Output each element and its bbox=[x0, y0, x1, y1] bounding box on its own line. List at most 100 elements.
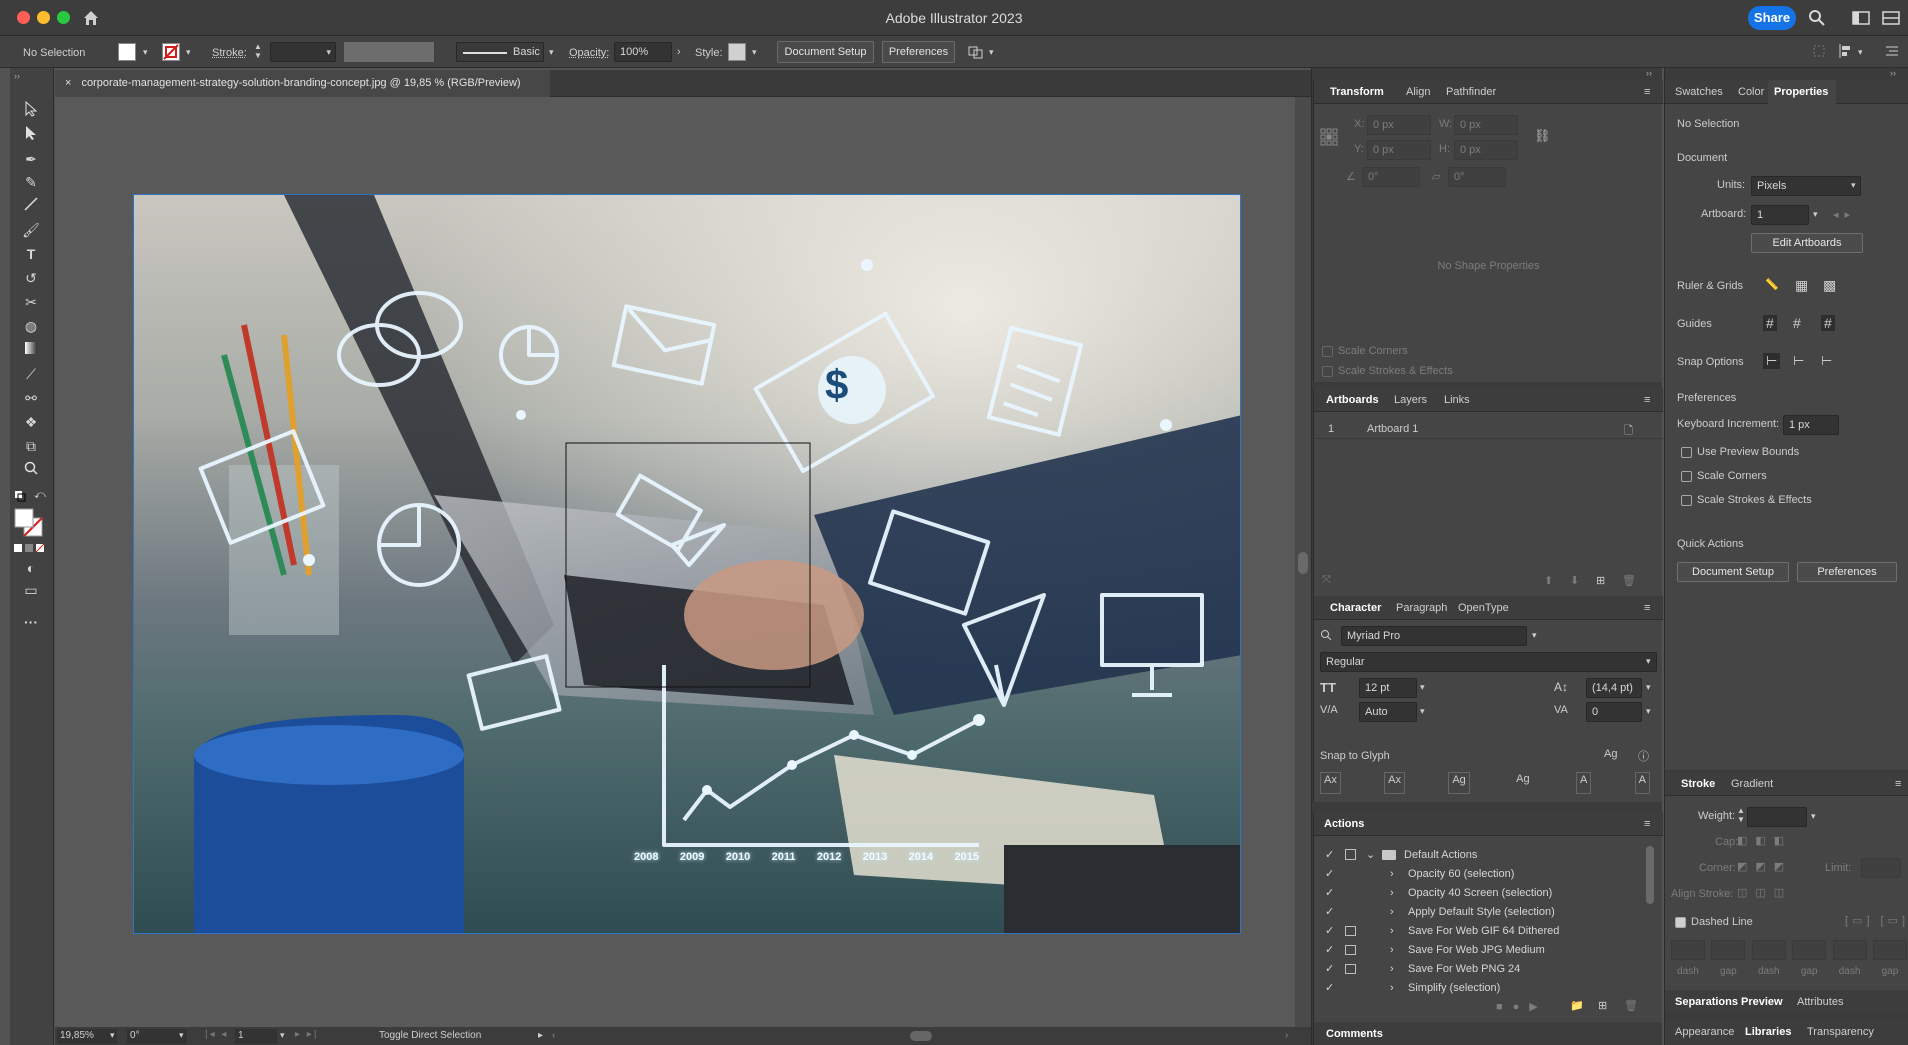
font-family-field[interactable]: Myriad Pro bbox=[1341, 626, 1527, 646]
grid-icon[interactable]: ▦ bbox=[1795, 277, 1808, 294]
tab-layers[interactable]: Layers bbox=[1394, 388, 1427, 412]
action-toggle-check-icon[interactable]: ✓ bbox=[1325, 941, 1334, 960]
artboard-prev-next-icons[interactable]: ◂▸ bbox=[1833, 208, 1856, 221]
rearrange-artboards-icon[interactable]: ⤧ bbox=[1322, 574, 1331, 587]
brush-definition-field[interactable]: Basic bbox=[456, 42, 544, 62]
tab-transparency[interactable]: Transparency bbox=[1807, 1020, 1874, 1044]
vertical-scrollbar[interactable] bbox=[1295, 97, 1311, 1027]
workspace-switcher-icon[interactable] bbox=[1852, 10, 1870, 26]
dash-field[interactable] bbox=[1751, 940, 1786, 960]
tab-libraries[interactable]: Libraries bbox=[1745, 1020, 1791, 1044]
tab-paragraph[interactable]: Paragraph bbox=[1396, 596, 1447, 620]
cap-buttons-icon[interactable]: ◧◧◧ bbox=[1737, 834, 1792, 847]
stroke-weight-field[interactable]: ▾ bbox=[270, 42, 336, 62]
dashed-line-checkbox[interactable] bbox=[1675, 917, 1686, 928]
dash-alignment-icons[interactable]: [▭] [▭] bbox=[1845, 914, 1908, 927]
opacity-label[interactable]: Opacity: bbox=[569, 47, 609, 59]
action-toggle-check-icon[interactable]: ✓ bbox=[1325, 884, 1334, 903]
blend-tool-icon[interactable]: ⚯ bbox=[20, 388, 42, 408]
disclosure-closed-icon[interactable]: › bbox=[1390, 960, 1394, 979]
opacity-field[interactable]: 100% bbox=[614, 42, 672, 62]
align-panel-icon[interactable] bbox=[1838, 43, 1854, 59]
arrange-documents-icon[interactable] bbox=[1882, 10, 1900, 26]
reference-point-icon[interactable] bbox=[1320, 128, 1338, 146]
action-toggle-check-icon[interactable]: ✓ bbox=[1325, 922, 1334, 941]
horizontal-scroll-thumb[interactable] bbox=[910, 1031, 932, 1041]
zoom-dropdown-chevron-icon[interactable]: ▾ bbox=[110, 1030, 115, 1041]
artboard-navigation-field[interactable]: 1 bbox=[235, 1029, 277, 1044]
keyboard-increment-field[interactable]: 1 px bbox=[1783, 415, 1839, 435]
action-row[interactable]: ✓ › Save For Web PNG 24 bbox=[1310, 960, 1650, 979]
actions-scroll-thumb[interactable] bbox=[1646, 846, 1654, 904]
rotation-dropdown-chevron-icon[interactable]: ▾ bbox=[179, 1030, 184, 1041]
gap-field[interactable] bbox=[1872, 940, 1907, 960]
drawing-modes-icon[interactable]: ◐ bbox=[20, 558, 42, 578]
artboard-tool-icon[interactable]: ⧉ bbox=[20, 436, 42, 456]
collapse-right-dock-icon[interactable]: ›› bbox=[1890, 68, 1896, 78]
graphic-style-swatch[interactable] bbox=[728, 43, 746, 61]
scissors-tool-icon[interactable]: ✂ bbox=[20, 292, 42, 312]
disclosure-closed-icon[interactable]: › bbox=[1390, 884, 1394, 903]
tab-gradient[interactable]: Gradient bbox=[1731, 772, 1773, 796]
tab-color[interactable]: Color bbox=[1738, 80, 1764, 104]
quick-preferences-button[interactable]: Preferences bbox=[1797, 562, 1897, 582]
eyedropper-tool-icon[interactable]: ⟋ bbox=[20, 364, 42, 384]
first-previous-artboard-icon[interactable]: |◂ ◂ bbox=[205, 1029, 228, 1040]
disclosure-closed-icon[interactable]: › bbox=[1390, 903, 1394, 922]
next-last-artboard-icon[interactable]: ▸ ▸| bbox=[295, 1029, 318, 1040]
panel-menu-icon[interactable] bbox=[1884, 43, 1900, 59]
font-size-dropdown-chevron-icon[interactable]: ▾ bbox=[1420, 682, 1425, 693]
smart-guides-icon[interactable]: # bbox=[1821, 315, 1835, 331]
style-dropdown-chevron-icon[interactable]: ▾ bbox=[752, 47, 757, 58]
baseline-snap-icon[interactable]: Ax bbox=[1320, 772, 1341, 794]
weight-dropdown-chevron-icon[interactable]: ▾ bbox=[1811, 811, 1816, 822]
gap-field[interactable] bbox=[1792, 940, 1827, 960]
symbol-sprayer-tool-icon[interactable]: ❖ bbox=[20, 412, 42, 432]
tab-align[interactable]: Align bbox=[1406, 80, 1430, 104]
limit-field[interactable] bbox=[1861, 858, 1901, 878]
w-field[interactable]: 0 px bbox=[1454, 115, 1518, 135]
type-tool-icon[interactable]: T bbox=[20, 244, 42, 264]
action-row[interactable]: ✓ › Save For Web GIF 64 Dithered bbox=[1310, 922, 1650, 941]
tab-comments[interactable]: Comments bbox=[1326, 1022, 1383, 1045]
stroke-none-swatch-icon[interactable] bbox=[162, 43, 180, 61]
dialog-toggle-icon[interactable] bbox=[1345, 926, 1356, 936]
delete-action-icon[interactable]: 🗑 bbox=[1624, 999, 1638, 1012]
preferences-button[interactable]: Preferences bbox=[882, 41, 955, 63]
color-mode-buttons[interactable] bbox=[14, 543, 46, 553]
kerning-field[interactable]: Auto bbox=[1359, 702, 1417, 722]
action-row[interactable]: ✓ › Opacity 60 (selection) bbox=[1310, 865, 1650, 884]
transform-again-icon[interactable] bbox=[1812, 44, 1826, 58]
proximity-guides-icon[interactable]: Ag bbox=[1513, 772, 1532, 794]
zoom-tool-icon[interactable] bbox=[20, 460, 42, 480]
line-segment-tool-icon[interactable] bbox=[20, 196, 42, 216]
anchor-point-snap-icon[interactable]: A bbox=[1634, 772, 1650, 794]
glyph-bounds-snap-icon[interactable]: Ag bbox=[1448, 772, 1470, 794]
x-field[interactable]: 0 px bbox=[1367, 115, 1431, 135]
scroll-left-icon[interactable]: ‹ bbox=[552, 1030, 555, 1041]
opacity-expand-chevron-icon[interactable]: › bbox=[677, 46, 681, 58]
font-search-icon[interactable] bbox=[1320, 629, 1332, 641]
brush-dropdown-chevron-icon[interactable]: ▾ bbox=[549, 47, 554, 58]
use-preview-bounds-checkbox[interactable] bbox=[1681, 447, 1692, 458]
artboard-options-icon[interactable]: 🗋 bbox=[1624, 422, 1633, 441]
tracking-dropdown-chevron-icon[interactable]: ▾ bbox=[1646, 706, 1651, 717]
move-down-icon[interactable]: ⬇ bbox=[1570, 574, 1579, 587]
tab-artboards[interactable]: Artboards bbox=[1326, 388, 1379, 412]
y-field[interactable]: 0 px bbox=[1367, 140, 1431, 160]
action-toggle-check-icon[interactable]: ✓ bbox=[1325, 960, 1334, 979]
scroll-right-icon[interactable]: › bbox=[1285, 1030, 1288, 1041]
tab-links[interactable]: Links bbox=[1444, 388, 1470, 412]
tab-transform[interactable]: Transform bbox=[1330, 80, 1384, 104]
shape-builder-tool-icon[interactable]: ◍ bbox=[20, 316, 42, 336]
glyph-options-icon[interactable]: Ag bbox=[1604, 748, 1617, 760]
show-guides-icon[interactable]: # bbox=[1763, 315, 1777, 331]
rotate-tool-icon[interactable]: ↺ bbox=[20, 268, 42, 288]
curvature-tool-icon[interactable]: ✎ bbox=[20, 172, 42, 192]
close-document-icon[interactable]: × bbox=[65, 77, 71, 89]
actions-playback-icons[interactable]: ■●▶ bbox=[1496, 1000, 1548, 1013]
search-icon[interactable] bbox=[1808, 9, 1826, 27]
arrange-icon[interactable] bbox=[967, 44, 985, 60]
disclosure-closed-icon[interactable]: › bbox=[1390, 941, 1394, 960]
edit-artboards-button[interactable]: Edit Artboards bbox=[1751, 233, 1863, 253]
